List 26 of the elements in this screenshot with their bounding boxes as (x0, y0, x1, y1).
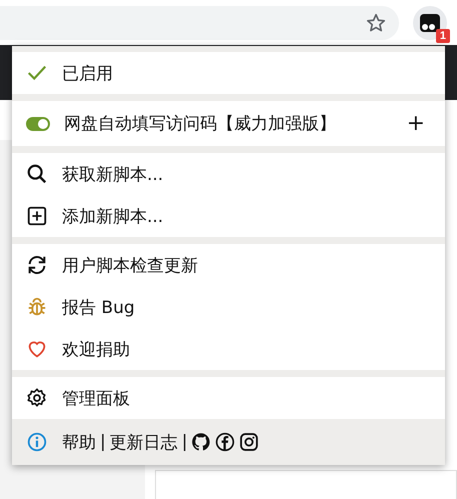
menu-item[interactable]: 报告 Bug (12, 286, 445, 328)
menu-item[interactable]: 用户脚本检查更新 (12, 244, 445, 286)
menu-item[interactable]: 添加新脚本... (12, 195, 445, 237)
script-name[interactable]: 网盘自动填写访问码【威力加强版】 (64, 112, 387, 135)
github-icon[interactable] (191, 432, 212, 452)
menu-item[interactable]: 获取新脚本... (12, 153, 445, 195)
instagram-icon[interactable] (239, 432, 260, 452)
footer-link[interactable]: 更新日志 (110, 430, 178, 454)
status-item[interactable]: 已启用 (12, 52, 445, 94)
star-icon[interactable] (365, 12, 387, 34)
search-icon (26, 163, 48, 185)
footer-link[interactable]: 帮助 (62, 430, 96, 454)
add-button[interactable]: + (400, 111, 431, 136)
bug-icon (26, 296, 48, 318)
toggle-switch[interactable] (26, 116, 50, 130)
facebook-icon[interactable] (215, 432, 236, 452)
menu-item[interactable]: 欢迎捐助 (12, 328, 445, 370)
separator: | (100, 432, 106, 452)
menu-item[interactable]: 管理面板 (12, 377, 445, 419)
settings-icon (26, 387, 48, 409)
extension-icon (420, 14, 440, 32)
refresh-icon (26, 254, 48, 276)
badge: 1 (436, 28, 450, 42)
plus-square-icon (26, 205, 48, 227)
info-icon (26, 431, 48, 453)
separator: | (182, 432, 188, 452)
